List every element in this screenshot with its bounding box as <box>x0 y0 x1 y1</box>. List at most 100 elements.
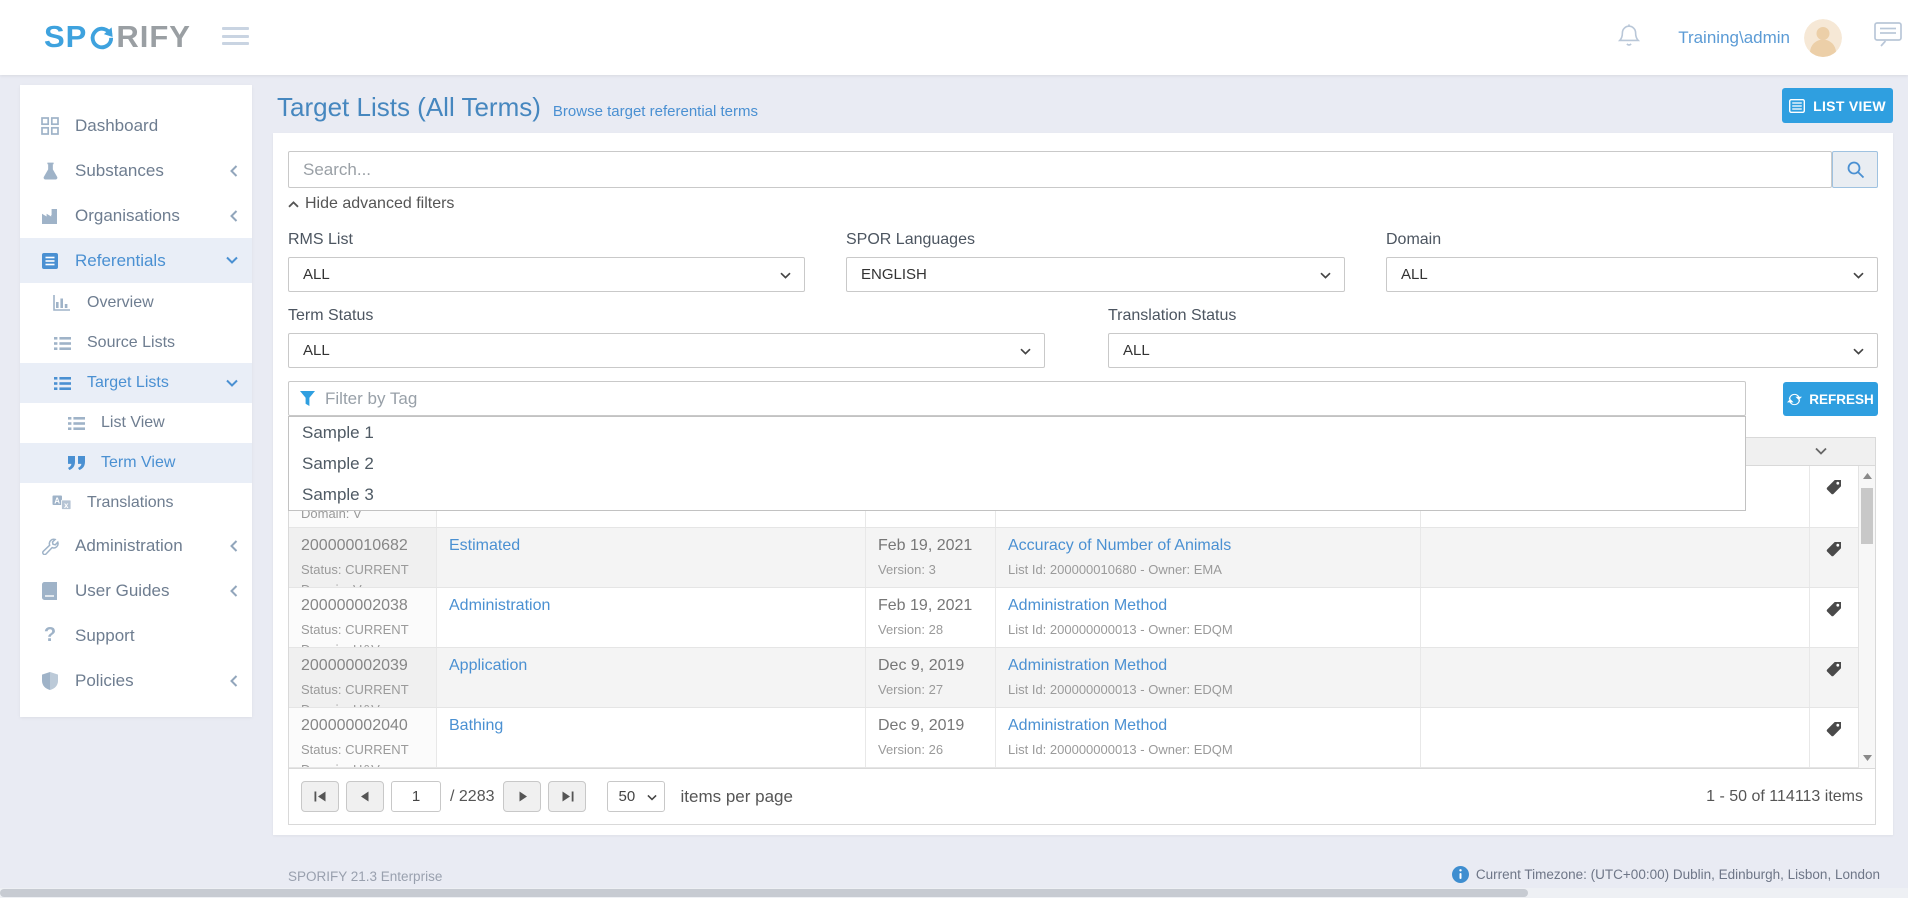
items-per-page-label: items per page <box>680 787 792 807</box>
info-icon <box>1452 866 1469 883</box>
translations-icon: Ax <box>50 495 74 511</box>
comments-cell <box>1421 648 1810 707</box>
list-link[interactable]: Administration Method <box>1008 597 1167 615</box>
term-date-cell: Dec 9, 2019 Version: 27 <box>866 648 996 707</box>
list-cell: Administration Method List Id: 200000000… <box>996 648 1421 707</box>
search-button[interactable] <box>1832 151 1878 188</box>
first-page-button[interactable] <box>301 781 339 812</box>
tag-icon[interactable] <box>1826 541 1842 578</box>
list-link[interactable]: Administration Method <box>1008 657 1167 675</box>
search-input[interactable] <box>288 151 1832 188</box>
tag-icon[interactable] <box>1826 479 1842 518</box>
user-menu[interactable]: Training\admin <box>1678 28 1790 48</box>
term-link[interactable]: Application <box>449 657 527 675</box>
sidebar-item-source-lists[interactable]: Source Lists <box>20 323 252 363</box>
chevron-down-icon <box>1320 272 1331 279</box>
sidebar-item-referentials[interactable]: Referentials <box>20 238 252 283</box>
tag-filter-dropdown: Sample 1 Sample 2 Sample 3 <box>288 416 1746 511</box>
term-status: Status: CURRENT <box>301 740 424 760</box>
sidebar-item-administration[interactable]: Administration <box>20 523 252 568</box>
vertical-scrollbar[interactable] <box>1858 466 1875 768</box>
sidebar-item-support[interactable]: ? Support <box>20 613 252 658</box>
main-content-card: Hide advanced filters RMS List ALL SPOR … <box>273 133 1893 835</box>
domain-select[interactable]: ALL <box>1386 257 1878 292</box>
spor-languages-value: ENGLISH <box>861 266 927 283</box>
sidebar-label: Substances <box>75 161 164 181</box>
tag-icon[interactable] <box>1826 661 1842 698</box>
tag-option-sample-1[interactable]: Sample 1 <box>289 417 1745 448</box>
user-avatar[interactable] <box>1804 19 1842 57</box>
comments-cell <box>1421 708 1810 767</box>
term-link[interactable]: Administration <box>449 597 550 615</box>
page-title: Target Lists (All Terms)Browse target re… <box>277 92 758 123</box>
notifications-bell-icon[interactable] <box>1618 23 1640 53</box>
app-version-label: SPORIFY 21.3 Enterprise <box>288 869 442 884</box>
filter-by-tag-input[interactable] <box>288 381 1746 416</box>
sidebar-item-dashboard[interactable]: Dashboard <box>20 103 252 148</box>
menu-toggle-icon[interactable] <box>222 27 250 50</box>
term-version: Version: 3 <box>878 560 983 580</box>
browse-terms-link[interactable]: Browse target referential terms <box>553 103 758 120</box>
tag-option-sample-2[interactable]: Sample 2 <box>289 448 1745 479</box>
term-link[interactable]: Estimated <box>449 537 520 555</box>
page-number-input[interactable] <box>391 781 441 812</box>
horizontal-scrollbar-thumb[interactable] <box>0 889 1528 897</box>
list-link[interactable]: Accuracy of Number of Animals <box>1008 537 1231 555</box>
list-link[interactable]: Administration Method <box>1008 717 1167 735</box>
sidebar-label: Target Lists <box>87 374 169 392</box>
last-page-button[interactable] <box>548 781 586 812</box>
list-info: List Id: 200000000013 - Owner: EDQM <box>1008 740 1408 760</box>
sidebar-item-policies[interactable]: Policies <box>20 658 252 703</box>
sidebar-item-translations[interactable]: Ax Translations <box>20 483 252 523</box>
tag-option-sample-3[interactable]: Sample 3 <box>289 479 1745 510</box>
tag-icon[interactable] <box>1826 721 1842 758</box>
term-link[interactable]: Bathing <box>449 717 503 735</box>
term-status-select[interactable]: ALL <box>288 333 1045 368</box>
list-info: List Id: 200000000013 - Owner: EDQM <box>1008 680 1408 700</box>
term-name-cell: Bathing <box>437 708 866 767</box>
tag-icon[interactable] <box>1826 601 1842 638</box>
list-info: List Id: 200000000013 - Owner: EDQM <box>1008 620 1408 640</box>
term-status: Status: CURRENT <box>301 620 424 640</box>
rms-list-select[interactable]: ALL <box>288 257 805 292</box>
previous-page-button[interactable] <box>346 781 384 812</box>
refresh-icon <box>1787 392 1802 407</box>
chevron-down-icon <box>226 256 238 265</box>
hide-advanced-filters-toggle[interactable]: Hide advanced filters <box>288 195 454 213</box>
search-icon <box>1846 160 1865 179</box>
spor-languages-select[interactable]: ENGLISH <box>846 257 1345 292</box>
list-view-button[interactable]: LIST VIEW <box>1782 88 1893 123</box>
page-size-value: 50 <box>618 788 635 805</box>
domain-field: Domain ALL <box>1386 231 1878 292</box>
translation-status-select[interactable]: ALL <box>1108 333 1878 368</box>
term-domain: Domain: H&V <box>301 700 424 707</box>
bar-chart-icon <box>50 295 74 311</box>
sidebar-item-substances[interactable]: Substances <box>20 148 252 193</box>
page-size-select[interactable]: 50 <box>607 781 665 812</box>
tags-cell <box>1810 648 1858 707</box>
refresh-button[interactable]: REFRESH <box>1783 382 1878 416</box>
next-page-button[interactable] <box>503 781 541 812</box>
table-row: 200000010682 Status: CURRENT Domain: V E… <box>289 528 1875 588</box>
term-status: Status: CURRENT <box>301 560 424 580</box>
term-id: 200000002038 <box>301 597 424 615</box>
feedback-chat-icon[interactable] <box>1874 22 1908 53</box>
chevron-down-icon <box>1020 348 1031 355</box>
horizontal-scrollbar[interactable] <box>0 888 1908 898</box>
scroll-down-icon[interactable] <box>1859 750 1875 766</box>
sidebar-item-list-view[interactable]: List View <box>20 403 252 443</box>
term-name-cell: Estimated <box>437 528 866 587</box>
sidebar-item-organisations[interactable]: Organisations <box>20 193 252 238</box>
scrollbar-thumb[interactable] <box>1861 488 1873 544</box>
sidebar-item-user-guides[interactable]: User Guides <box>20 568 252 613</box>
sidebar-label: List View <box>101 414 165 432</box>
term-status-label: Term Status <box>288 307 1045 325</box>
table-row: 200000002039 Status: CURRENT Domain: H&V… <box>289 648 1875 708</box>
comments-cell <box>1421 588 1810 647</box>
sidebar-item-term-view[interactable]: Term View <box>20 443 252 483</box>
sidebar-item-target-lists[interactable]: Target Lists <box>20 363 252 403</box>
sidebar-item-overview[interactable]: Overview <box>20 283 252 323</box>
scroll-up-icon[interactable] <box>1859 468 1875 484</box>
column-menu-chevron-icon[interactable] <box>1815 447 1827 456</box>
term-status-field: Term Status ALL <box>288 307 1045 368</box>
